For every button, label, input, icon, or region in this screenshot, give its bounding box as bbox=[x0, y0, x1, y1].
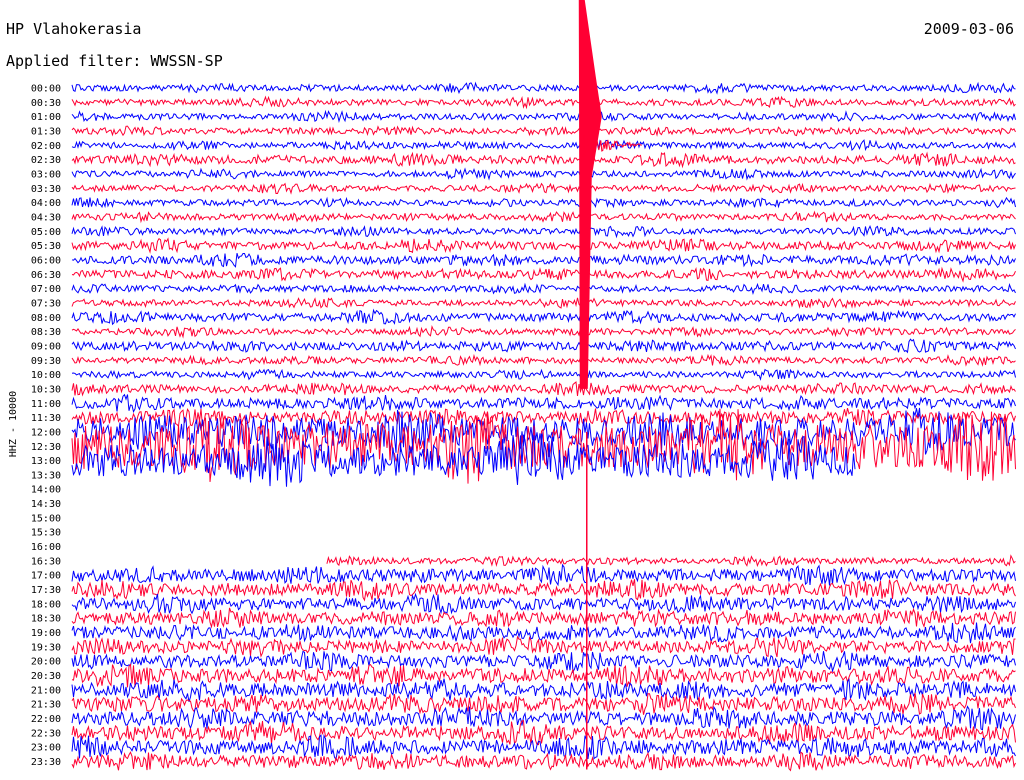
trace-2300 bbox=[71, 734, 1016, 761]
trace-0400 bbox=[71, 196, 1016, 209]
trace-1830 bbox=[71, 607, 1016, 629]
y-tick-label: 20:00 bbox=[31, 657, 61, 668]
trace-1630 bbox=[326, 554, 1016, 568]
trace-1130 bbox=[71, 407, 1016, 428]
date-label: 2009-03-06 bbox=[924, 20, 1014, 38]
y-tick-labels: 00:00 00:30 01:00 01:30 02:00 02:30 03:00 03:30… bbox=[31, 84, 61, 769]
y-tick-label: 03:00 bbox=[31, 169, 61, 180]
trace-0600 bbox=[71, 253, 1016, 268]
y-tick-label: 02:00 bbox=[31, 141, 61, 152]
y-tick-label: 12:30 bbox=[31, 442, 61, 453]
trace-1900 bbox=[71, 622, 1016, 644]
trace-2100 bbox=[71, 678, 1016, 702]
y-tick-label: 00:30 bbox=[31, 98, 61, 109]
y-tick-label: 17:00 bbox=[31, 571, 61, 582]
y-tick-label: 12:00 bbox=[31, 427, 61, 438]
trace-0800 bbox=[71, 308, 1016, 326]
y-tick-label: 00:00 bbox=[31, 84, 61, 95]
y-tick-label: 23:00 bbox=[31, 743, 61, 754]
trace-1000 bbox=[71, 368, 1016, 381]
trace-2000 bbox=[71, 650, 1016, 674]
trace-0830 bbox=[71, 324, 1016, 339]
trace-0330 bbox=[71, 182, 1016, 195]
filter-label: Applied filter: WWSSN-SP bbox=[6, 52, 223, 70]
y-tick-label: 17:30 bbox=[31, 585, 61, 596]
y-tick-label: 18:30 bbox=[31, 614, 61, 625]
y-tick-label: 01:30 bbox=[31, 126, 61, 137]
y-tick-label: 22:00 bbox=[31, 714, 61, 725]
trace-0630 bbox=[71, 266, 1016, 283]
y-tick-label: 05:00 bbox=[31, 227, 61, 238]
y-tick-label: 05:30 bbox=[31, 241, 61, 252]
y-tick-label: 11:30 bbox=[31, 413, 61, 424]
trace-0300 bbox=[71, 167, 1016, 181]
y-tick-label: 09:30 bbox=[31, 356, 61, 367]
trace-2330 bbox=[71, 751, 1016, 772]
y-tick-label: 22:30 bbox=[31, 728, 61, 739]
y-tick-label: 15:30 bbox=[31, 528, 61, 539]
y-tick-label: 07:30 bbox=[31, 298, 61, 309]
trace-0500 bbox=[71, 225, 1016, 239]
trace-1030 bbox=[71, 381, 1016, 397]
y-tick-label: 06:30 bbox=[31, 270, 61, 281]
station-title: HP Vlahokerasia bbox=[6, 20, 141, 38]
trace-0530 bbox=[71, 237, 1016, 254]
y-tick-label: 07:00 bbox=[31, 284, 61, 295]
trace-0200 bbox=[71, 139, 1016, 152]
trace-0130 bbox=[71, 125, 1016, 137]
trace-1100 bbox=[71, 393, 1016, 414]
y-tick-label: 10:30 bbox=[31, 384, 61, 395]
trace-1930 bbox=[71, 635, 1016, 658]
y-tick-label: 04:00 bbox=[31, 198, 61, 209]
y-tick-label: 19:30 bbox=[31, 642, 61, 653]
y-tick-label: 03:30 bbox=[31, 184, 61, 195]
y-tick-label: 02:30 bbox=[31, 155, 61, 166]
y-tick-label: 08:00 bbox=[31, 313, 61, 324]
trace-0900 bbox=[71, 338, 1016, 354]
trace-2030 bbox=[71, 663, 1016, 688]
y-tick-label: 06:00 bbox=[31, 255, 61, 266]
trace-0000 bbox=[71, 81, 1016, 95]
y-tick-label: 23:30 bbox=[31, 757, 61, 768]
trace-1800 bbox=[71, 592, 1016, 615]
y-tick-label: 20:30 bbox=[31, 671, 61, 682]
y-tick-label: 14:30 bbox=[31, 499, 61, 510]
trace-0230 bbox=[71, 151, 1016, 169]
trace-0700 bbox=[71, 282, 1016, 295]
seismogram-chart: HP Vlahokerasia 2009-03-06 Applied filte… bbox=[6, 0, 1016, 772]
y-tick-label: 19:00 bbox=[31, 628, 61, 639]
y-tick-label: 01:00 bbox=[31, 112, 61, 123]
trace-2200 bbox=[71, 705, 1016, 731]
y-tick-label: 14:00 bbox=[31, 485, 61, 496]
y-tick-label: 21:30 bbox=[31, 700, 61, 711]
trace-0030 bbox=[71, 95, 1016, 110]
trace-0930 bbox=[71, 353, 1016, 367]
y-tick-label: 13:00 bbox=[31, 456, 61, 467]
y-tick-label: 18:00 bbox=[31, 599, 61, 610]
y-tick-label: 10:00 bbox=[31, 370, 61, 381]
trace-1700 bbox=[71, 563, 1016, 587]
y-tick-label: 16:30 bbox=[31, 556, 61, 567]
y-tick-label: 11:00 bbox=[31, 399, 61, 410]
trace-1730 bbox=[71, 579, 1016, 602]
y-tick-label: 13:30 bbox=[31, 470, 61, 481]
y-tick-label: 15:00 bbox=[31, 513, 61, 524]
trace-0100 bbox=[71, 109, 1016, 124]
y-tick-label: 21:00 bbox=[31, 685, 61, 696]
y-axis-label: HHZ - 10000 bbox=[8, 391, 19, 457]
y-tick-label: 16:00 bbox=[31, 542, 61, 553]
trace-0430 bbox=[71, 210, 1016, 224]
y-tick-label: 09:00 bbox=[31, 341, 61, 352]
trace-0730 bbox=[71, 297, 1016, 310]
traces bbox=[71, 81, 1016, 772]
y-tick-label: 08:30 bbox=[31, 327, 61, 338]
y-tick-label: 04:30 bbox=[31, 212, 61, 223]
